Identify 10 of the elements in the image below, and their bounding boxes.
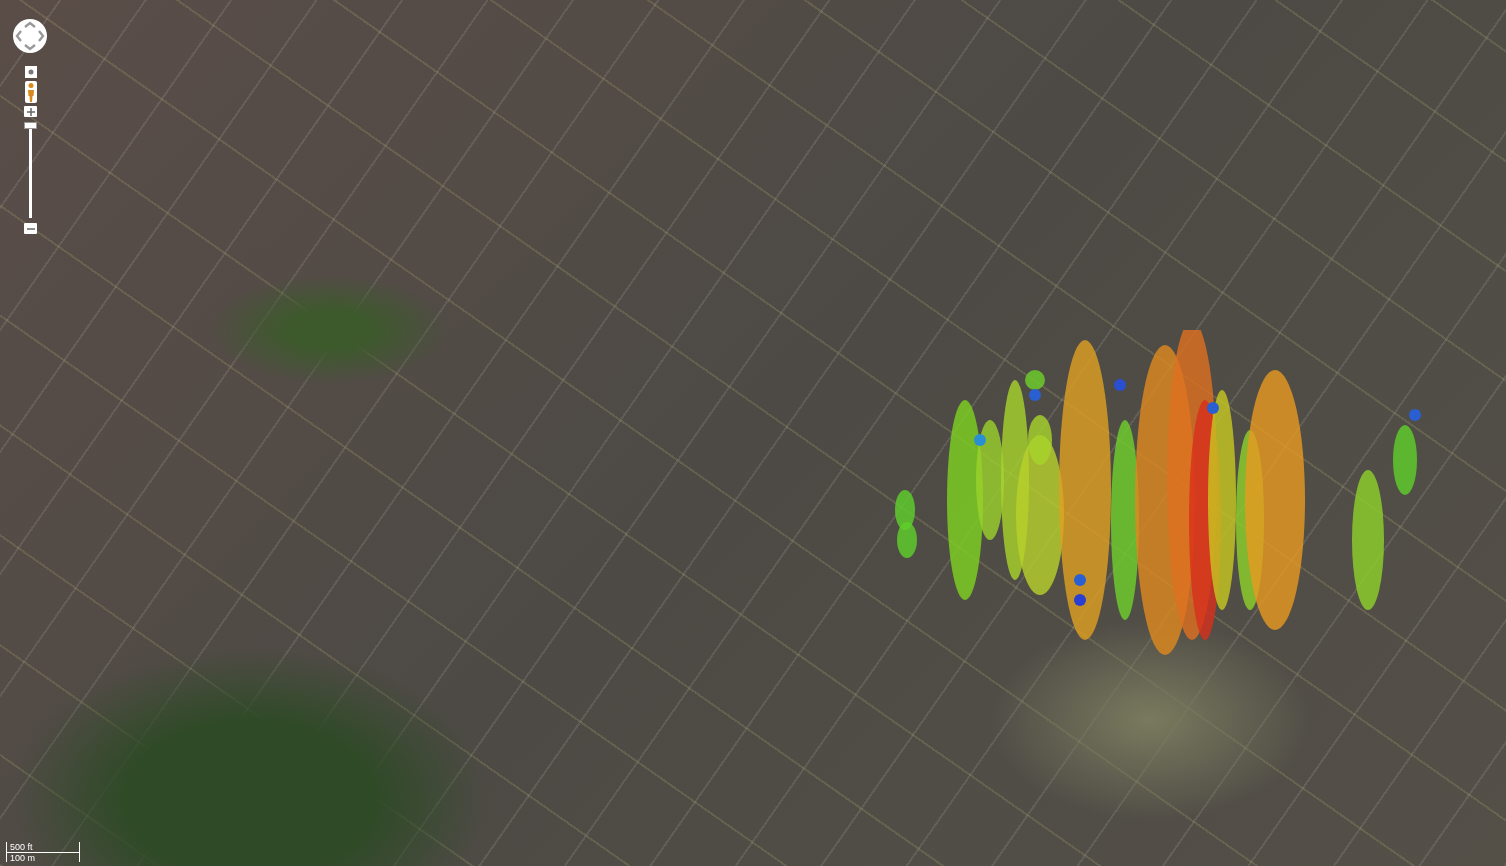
plus-icon — [26, 107, 35, 116]
scale-label: 500 ft — [7, 842, 79, 853]
map-placeholder[interactable]: 500 ft 100 m — [0, 0, 1506, 866]
scale-label: 100 m — [9, 853, 36, 863]
zoom-in-button[interactable] — [24, 106, 37, 117]
pegman-icon — [24, 81, 37, 103]
zoom-out-button[interactable] — [24, 223, 37, 234]
zoom-slider-thumb[interactable] — [24, 122, 37, 129]
reset-icon — [24, 66, 37, 78]
pan-control-icon[interactable] — [12, 18, 48, 54]
